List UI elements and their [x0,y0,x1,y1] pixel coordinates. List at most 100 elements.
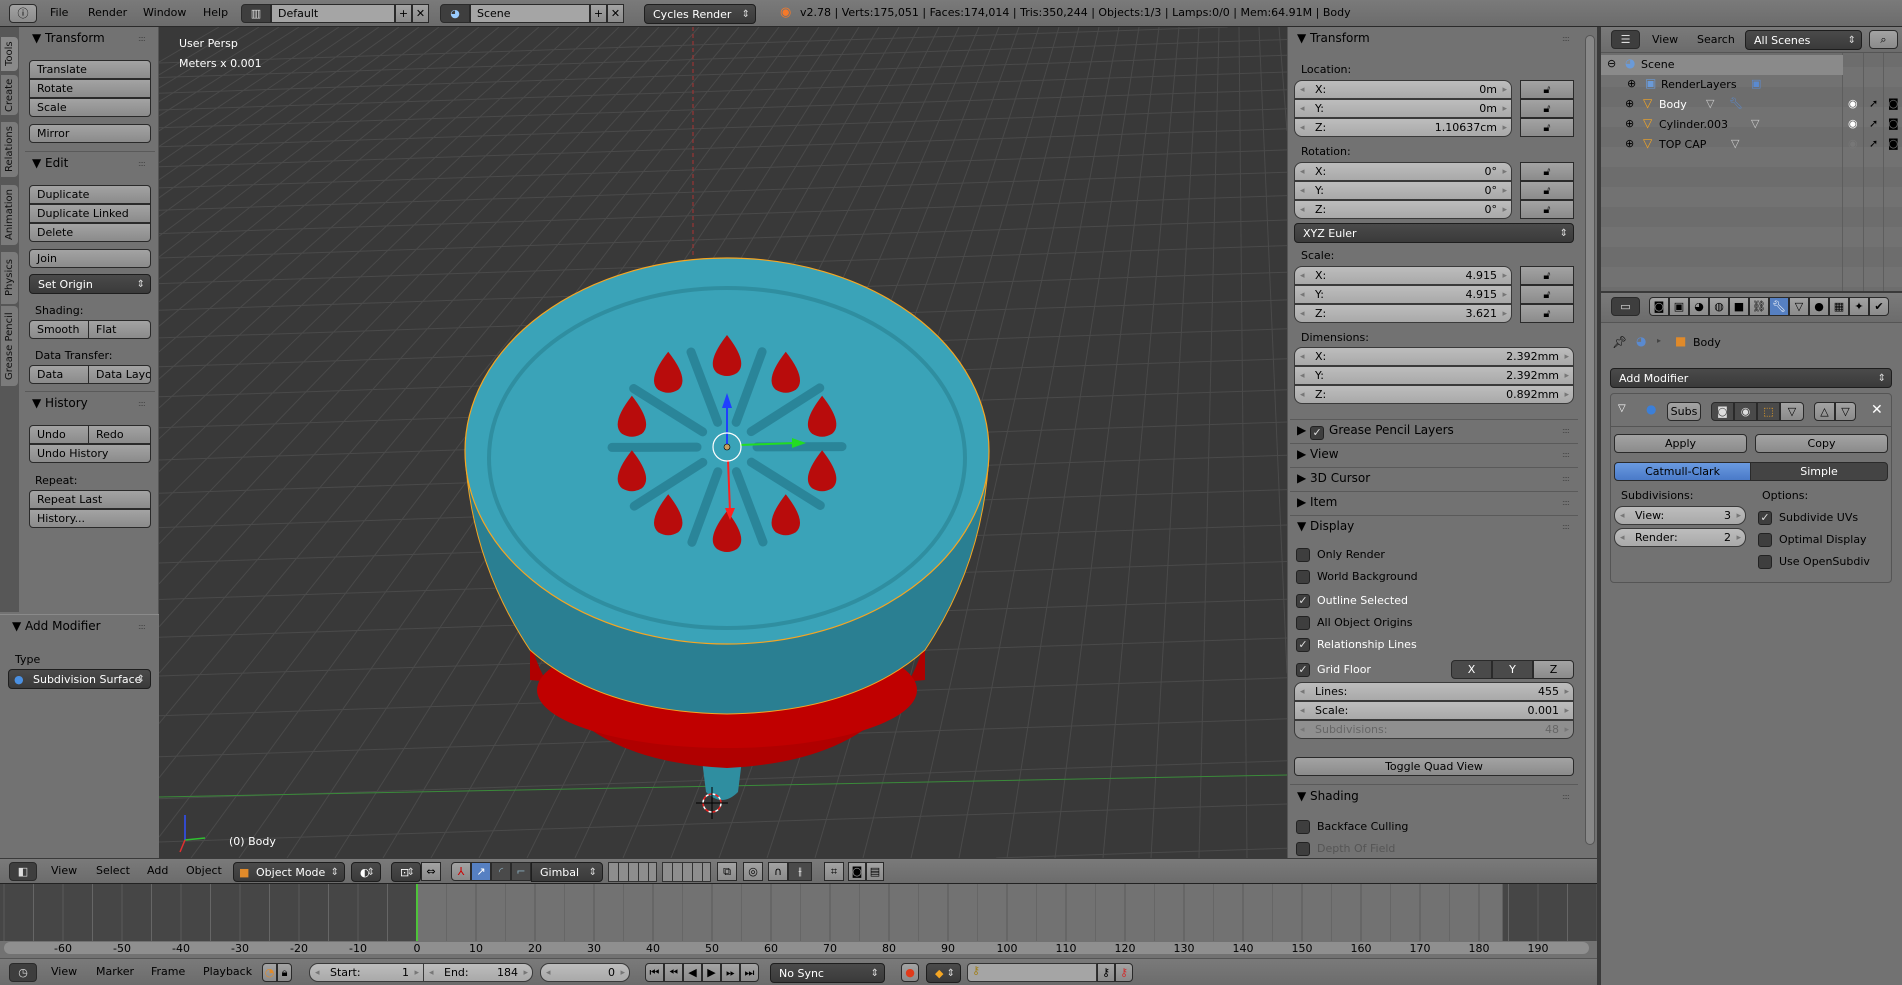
tab-physics[interactable]: Physics [1,252,18,304]
outliner-item[interactable]: ⊕ ▽ Body ◉ ➚ ◙ ▽ 🔧︎ [1601,95,1902,115]
tab-animation[interactable]: Animation [1,185,18,245]
location-z-field[interactable]: Z: 1.10637cm [1294,118,1512,137]
lock-icon[interactable]: 🔓︎ [1520,118,1574,137]
rotation-y-field[interactable]: Y: 0° [1294,181,1512,200]
checkbox-optimal-display[interactable] [1758,533,1772,547]
grid-axis-x-toggle[interactable]: X [1451,660,1492,679]
mesh-data-icon[interactable]: ▽ [1706,97,1714,110]
render-levels-field[interactable]: Render: 2 [1614,528,1746,547]
panel-display-header[interactable]: ▼ Display [1297,519,1354,533]
timeline[interactable]: -60 -50 -40 -30 -20 -10 0 10 20 30 40 50 60 70 80 90 100… [0,884,1597,958]
repeat-last-button[interactable]: Repeat Last [29,490,151,509]
lock-icon[interactable]: 🔓︎ [1520,80,1574,99]
mesh-data-icon[interactable]: ▽ [1731,137,1739,150]
checkbox-world-background[interactable] [1296,570,1310,584]
expand-icon[interactable]: ⊕ [1625,117,1634,130]
checkbox-all-object-origins[interactable] [1296,616,1310,630]
menu-frame[interactable]: Frame [151,962,185,982]
on-cage-toggle-icon[interactable]: ▽ [1780,402,1804,421]
scale-y-field[interactable]: Y: 4.915 [1294,285,1512,304]
delete-scene-button[interactable]: ✕ [607,4,624,23]
scale-x-field[interactable]: X: 4.915 [1294,266,1512,285]
layout-icon[interactable]: ▥ [241,4,271,23]
checkbox[interactable]: ✓ [1310,426,1325,440]
rotation-z-field[interactable]: Z: 0° [1294,200,1512,219]
modifier-wrench-icon[interactable]: 🔧︎ [1729,97,1743,110]
toggle-quad-view-button[interactable]: Toggle Quad View [1294,757,1574,776]
constraints-tab-icon[interactable]: ⛓︎ [1749,297,1769,316]
dimensions-z-field[interactable]: Z: 0.892mm [1294,385,1574,404]
apply-button[interactable]: Apply [1614,434,1747,453]
object-tab-icon[interactable]: ■ [1729,297,1749,316]
render-toggle-camera-icon[interactable]: ◙ [1711,402,1734,421]
opengl-render-animation-icon[interactable]: ▤ [866,862,884,881]
renderable-camera-icon[interactable]: ◙ [1888,137,1899,150]
grip-icon[interactable]: :::: [1562,792,1570,801]
copy-button[interactable]: Copy [1755,434,1888,453]
menu-marker[interactable]: Marker [96,962,134,982]
duplicate-linked-button[interactable]: Duplicate Linked [29,204,151,223]
scale-z-field[interactable]: Z: 3.621 [1294,304,1512,323]
keying-set-field[interactable]: ⚷ [967,963,1097,982]
menu-select[interactable]: Select [96,861,130,881]
grip-icon[interactable]: :::: [1562,474,1570,483]
lock-icon[interactable]: 🔓︎ [1520,304,1574,323]
play-icon[interactable]: ▶ [702,963,721,982]
panel-edit-header[interactable]: ▼ Edit [32,156,68,170]
expand-icon[interactable]: ⊕ [1625,137,1634,150]
scrollbar[interactable] [1585,35,1595,845]
checkbox-grid-floor[interactable]: ✓ [1296,663,1310,677]
render-layer-icon[interactable]: ▣ [1751,77,1761,90]
tab-relations[interactable]: Relations [1,122,18,177]
checkbox-backface-culling[interactable] [1296,820,1310,834]
rotation-x-field[interactable]: X: 0° [1294,162,1512,181]
rotate-button[interactable]: Rotate [29,79,151,98]
particles-tab-icon[interactable]: ✦ [1849,297,1869,316]
scene-icon[interactable]: ◕ [440,4,470,23]
dimensions-x-field[interactable]: X: 2.392mm [1294,347,1574,366]
jump-end-icon[interactable]: ⏭︎ [740,963,759,982]
pin-icon[interactable]: 📌︎ [1612,335,1627,349]
viewport-shading-dropdown[interactable]: ◐ [351,862,381,882]
grip-icon[interactable]: :::: [138,159,146,168]
scale-manipulator-icon[interactable]: ⌐ [511,862,531,881]
panel-header-collapsed[interactable]: ▶ ✓ Grease Pencil Layers [1297,423,1454,440]
texture-tab-icon[interactable]: ▦ [1829,297,1849,316]
move-down-icon[interactable]: ▽ [1835,402,1856,421]
checkbox-outline-selected[interactable]: ✓ [1296,594,1310,608]
current-frame-field[interactable]: 0 [540,963,630,982]
panel-header-collapsed[interactable]: ▶ Item [1297,495,1337,509]
menu-render[interactable]: Render [88,3,127,23]
add-layout-button[interactable]: + [395,4,412,23]
menu-object[interactable]: Object [186,861,222,881]
selectable-cursor-icon[interactable]: ➚ [1869,137,1878,150]
grip-icon[interactable]: :::: [1562,426,1570,435]
outliner-item[interactable]: ⊕ ▽ TOP CAP ◉ ➚ ◙ ▽ [1601,135,1902,155]
undo-history-button[interactable]: Undo History [29,444,151,463]
delete-layout-button[interactable]: ✕ [412,4,429,23]
outliner-display-mode-dropdown[interactable]: All Scenes [1745,30,1862,50]
modifiers-tab-icon[interactable]: 🔧︎ [1769,297,1789,316]
outliner-editor-button[interactable]: ☰ [1611,30,1640,49]
tab-grease-pencil[interactable]: Grease Pencil [1,306,18,386]
outliner-menu-search[interactable]: Search [1697,30,1735,50]
expand-icon[interactable]: ⊖ [1607,57,1616,70]
preview-range-icon[interactable]: ◔ [262,963,277,982]
panel-shading-header[interactable]: ▼ Shading [1297,789,1359,803]
layers-grid-2[interactable] [662,862,711,882]
grip-icon[interactable]: :::: [1562,498,1570,507]
layout-field[interactable]: Default [271,4,395,23]
data-button[interactable]: Data [29,365,89,384]
grid-axis-y-toggle[interactable]: Y [1492,660,1533,679]
viewport-3d[interactable]: User Persp Meters x 0.001 (0) Body [159,27,1287,858]
opengl-render-image-icon[interactable]: ◙ [848,862,866,881]
lock-layers-icon[interactable]: ⧉ [717,862,737,881]
set-origin-dropdown[interactable]: Set Origin [29,274,151,294]
render-engine-dropdown[interactable]: Cycles Render [644,4,756,24]
translate-button[interactable]: Translate [29,60,151,79]
menu-add[interactable]: Add [147,861,168,881]
snap-element-icon[interactable]: ⫲ [788,862,812,881]
lock-icon[interactable]: 🔓︎ [1520,200,1574,219]
end-frame-field[interactable]: End: 184 [423,963,533,982]
tab-tools[interactable]: Tools [1,37,18,71]
